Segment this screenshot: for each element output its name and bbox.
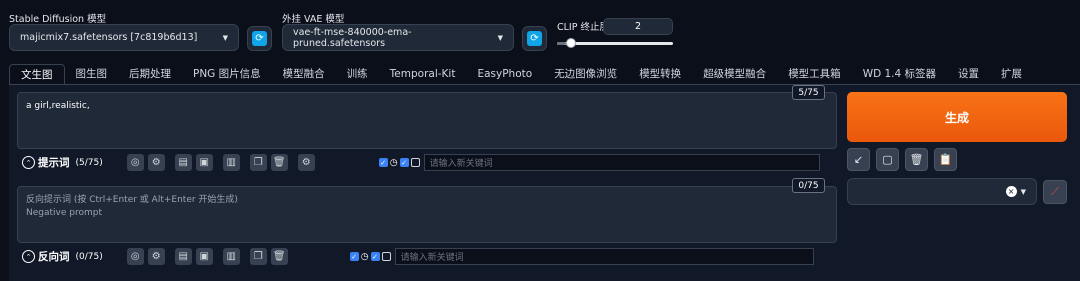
tab-6[interactable]: Temporal-Kit [379, 64, 467, 85]
clip-slider-thumb[interactable] [566, 38, 577, 48]
negative-placeholder-line1: 反向提示词 (按 Ctrl+Enter 或 Alt+Enter 开始生成) [26, 195, 238, 205]
clip-value-input[interactable]: 2 [603, 18, 673, 35]
trash-icon[interactable]: 🗑 [905, 148, 928, 171]
vae-select-value: vae-ft-mse-840000-ema-pruned.safetensors [293, 26, 412, 49]
brush-button[interactable]: ⟋ [1043, 180, 1067, 204]
negative-tools-group-3: ▥ [222, 248, 240, 265]
trash-icon[interactable]: 🗑 [270, 248, 288, 265]
model-label: Stable Diffusion 模型 [9, 14, 107, 25]
vae-label: 外挂 VAE 模型 [282, 14, 345, 25]
tab-0[interactable]: 文生图 [9, 63, 65, 86]
main-tabs: 文生图 图生图 后期处理 PNG 图片信息 模型融合 训练 Temporal-Kit Easy… [9, 63, 1033, 86]
negative-prompt-textarea[interactable]: 反向提示词 (按 Ctrl+Enter 或 Alt+Enter 开始生成) Ne… [17, 186, 837, 243]
refresh-icon: ⟳ [252, 31, 267, 46]
negative-tools-group-1: ◎ ⚙ [126, 248, 165, 265]
prompt-tools-group-1: ◎ ⚙ [126, 154, 165, 171]
tab-3[interactable]: PNG 图片信息 [182, 64, 272, 85]
bookmark-icon[interactable]: ▣ [195, 154, 213, 171]
paste-icon[interactable]: ▤ [174, 248, 192, 265]
prompt-tools-group-4: ❐ 🗑 [249, 154, 288, 171]
prompt-keyword-input[interactable]: 请输入新关键词 [423, 154, 820, 171]
chevron-down-icon: ▼ [1020, 187, 1026, 196]
refresh-icon: ⟳ [527, 31, 542, 46]
chevron-down-icon: ▼ [222, 33, 228, 42]
copy-icon[interactable]: ❐ [249, 154, 267, 171]
checkbox-2[interactable]: ✓ [370, 252, 380, 261]
brush-icon: ⟋ [1051, 185, 1059, 198]
vae-select[interactable]: vae-ft-mse-840000-ema-pruned.safetensors… [282, 24, 514, 51]
settings-icon[interactable]: ⚙ [297, 154, 315, 171]
tab-8[interactable]: 无边图像浏览 [543, 64, 628, 85]
refresh-vae-button[interactable]: ⟳ [522, 26, 547, 51]
tab-10[interactable]: 超级模型融合 [692, 64, 777, 85]
clipboard-icon[interactable]: 📋 [934, 148, 957, 171]
negative-placeholder-line2: Negative prompt [26, 208, 102, 218]
model-select[interactable]: majicmix7.safetensors [7c819b6d13] ▼ [9, 24, 239, 51]
arrow-icon[interactable]: ↙ [847, 148, 870, 171]
collapse-negative-icon[interactable]: ⌃ [22, 250, 35, 263]
prompt-checkboxes: ✓ ◷ ✓ [378, 158, 420, 168]
clock-icon[interactable]: ◷ [390, 158, 398, 168]
prompt-toolbar: ⌃ 提示词 (5/75) ◎ ⚙ ▤ ▣ ▥ ❐ 🗑 ⚙ ✓ ◷ ✓ 请输入新关… [22, 153, 832, 172]
tab-13[interactable]: 设置 [947, 64, 990, 85]
paste-icon[interactable]: ▤ [174, 154, 192, 171]
chevron-down-icon: ▼ [497, 33, 503, 42]
prompt-token-counter: 5/75 [792, 85, 825, 100]
negative-keyword-input[interactable]: 请输入新关键词 [394, 248, 814, 265]
model-select-value: majicmix7.safetensors [7c819b6d13] [20, 32, 198, 43]
negative-tools-group-4: ❐ 🗑 [249, 248, 288, 265]
checkbox-1[interactable]: ✓ [349, 252, 359, 261]
prompt-text: a girl,realistic, [26, 101, 90, 111]
clear-icon[interactable]: × [1005, 186, 1017, 197]
prompt-count: (5/75) [75, 157, 103, 168]
bookmark-icon[interactable]: ▣ [195, 248, 213, 265]
prompt-tools-group-2: ▤ ▣ [174, 154, 213, 171]
prompt-tools-group-5: ⚙ [297, 154, 315, 171]
format-icon[interactable]: ▥ [222, 248, 240, 265]
checkbox-3[interactable] [410, 158, 420, 167]
prompt-textarea[interactable]: a girl,realistic, [17, 92, 837, 149]
tab-12[interactable]: WD 1.4 标签器 [852, 64, 947, 85]
negative-toolbar: ⌃ 反向词 (0/75) ◎ ⚙ ▤ ▣ ▥ ❐ 🗑 ✓ ◷ ✓ 请输入新关键词 [22, 247, 832, 266]
clip-slider[interactable] [557, 38, 673, 48]
checkbox-1[interactable]: ✓ [378, 158, 388, 167]
negative-count: (0/75) [75, 251, 103, 262]
negative-checkboxes: ✓ ◷ ✓ [349, 252, 391, 262]
square-icon[interactable]: ▢ [876, 148, 899, 171]
prompt-tools-group-3: ▥ [222, 154, 240, 171]
clock-icon[interactable]: ◷ [361, 252, 369, 262]
generate-button[interactable]: 生成 [847, 92, 1067, 142]
translate-icon[interactable]: ◎ [126, 248, 144, 265]
tab-14[interactable]: 扩展 [990, 64, 1033, 85]
tab-9[interactable]: 模型转换 [628, 64, 692, 85]
refresh-model-button[interactable]: ⟳ [247, 26, 272, 51]
collapse-prompt-icon[interactable]: ⌃ [22, 156, 35, 169]
tab-2[interactable]: 后期处理 [118, 64, 182, 85]
negative-tools-group-2: ▤ ▣ [174, 248, 213, 265]
checkbox-2[interactable]: ✓ [399, 158, 409, 167]
copy-icon[interactable]: ❐ [249, 248, 267, 265]
style-select[interactable]: × ▼ [847, 178, 1037, 205]
negative-token-counter: 0/75 [792, 178, 825, 193]
tab-11[interactable]: 模型工具箱 [777, 64, 852, 85]
format-icon[interactable]: ▥ [222, 154, 240, 171]
tab-1[interactable]: 图生图 [65, 64, 119, 85]
gear-icon[interactable]: ⚙ [147, 248, 165, 265]
gear-icon[interactable]: ⚙ [147, 154, 165, 171]
checkbox-3[interactable] [381, 252, 391, 261]
tab-5[interactable]: 训练 [336, 64, 379, 85]
translate-icon[interactable]: ◎ [126, 154, 144, 171]
tab-7[interactable]: EasyPhoto [466, 64, 543, 85]
action-buttons: ↙ ▢ 🗑 📋 [847, 148, 957, 171]
prompt-label: 提示词 [38, 157, 70, 169]
trash-icon[interactable]: 🗑 [270, 154, 288, 171]
negative-label: 反向词 [38, 251, 70, 263]
tab-4[interactable]: 模型融合 [272, 64, 336, 85]
clip-slider-fill [557, 42, 567, 45]
